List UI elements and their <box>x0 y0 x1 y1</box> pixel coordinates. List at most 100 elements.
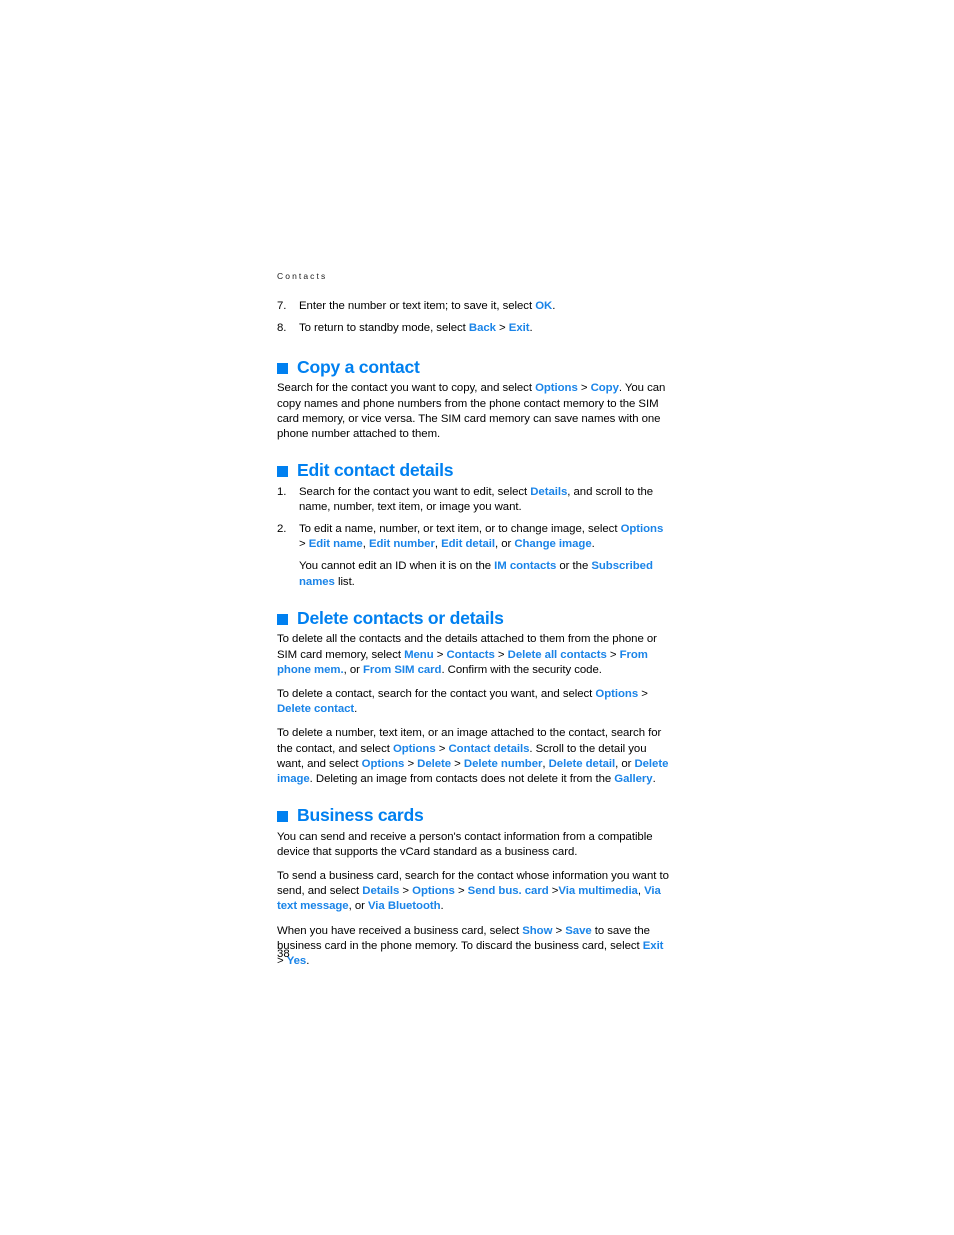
body-text-run: You can send and receive a person's cont… <box>277 830 653 858</box>
body-text-run: Search for the contact you want to copy,… <box>277 382 536 395</box>
section-delete-contacts-or-details: Delete contacts or details To delete all … <box>277 607 669 787</box>
ui-keyword: Options <box>412 885 455 898</box>
section-title: Copy a contact <box>297 356 420 377</box>
ui-keyword: Back <box>468 321 496 334</box>
body-text-run: . Confirm with the security code. <box>441 663 602 676</box>
running-head: Contacts <box>277 271 328 281</box>
body-text-run: . <box>306 955 310 968</box>
ui-keyword: Delete contact <box>277 703 355 716</box>
ui-keyword: Via multimedia <box>558 885 638 898</box>
sub-note: You cannot edit an ID when it is on the … <box>277 559 669 589</box>
page-content: Contacts 7. Enter the number or text item… <box>277 272 669 978</box>
list-item-text: To return to standby mode, select Back >… <box>299 322 533 334</box>
continued-numbered-list: 7. Enter the number or text item; to save… <box>277 299 669 336</box>
body-text-run: > <box>494 648 508 661</box>
body-text-run: > <box>399 885 413 898</box>
body-text-run: Search for the contact you want to edit,… <box>299 485 531 498</box>
body-text-run: . <box>529 321 533 334</box>
body-text-run: > <box>577 382 591 395</box>
body-text-run: > <box>454 885 468 898</box>
section-heading: Edit contact details <box>277 460 669 481</box>
body-text-run: , or <box>348 900 368 913</box>
body-text-run: , or <box>615 757 635 770</box>
body-text-run: > <box>404 757 418 770</box>
section-title: Business cards <box>297 805 424 826</box>
paragraph: You can send and receive a person's cont… <box>277 830 669 860</box>
ui-keyword: Contact details <box>448 742 530 755</box>
section-heading: Copy a contact <box>277 356 669 377</box>
body-text-run: . <box>591 538 595 551</box>
list-item-number: 8. <box>277 321 287 334</box>
body-text-run: You cannot edit an ID when it is on the <box>299 560 495 573</box>
body-text-run: When you have received a business card, … <box>277 924 523 937</box>
section-title: Edit contact details <box>297 460 454 481</box>
body-text-run: > <box>495 321 509 334</box>
ui-keyword: Via Bluetooth <box>367 900 441 913</box>
section-heading: Delete contacts or details <box>277 607 669 628</box>
ui-keyword: Menu <box>404 648 434 661</box>
list-item-number: 7. <box>277 299 287 312</box>
body-text-run: To delete a contact, search for the cont… <box>277 687 596 700</box>
page-number: 38 <box>277 948 290 960</box>
body-text-run: Enter the number or text item; to save i… <box>299 299 536 312</box>
square-bullet-icon <box>277 465 288 477</box>
ui-keyword: Edit name <box>308 538 363 551</box>
body-text-run: To edit a name, number, or text item, or… <box>299 523 621 536</box>
ui-keyword: Show <box>522 924 553 937</box>
body-text-run: . Deleting an image from contacts does n… <box>309 772 615 785</box>
ui-keyword: Change image <box>514 538 592 551</box>
ui-keyword: Details <box>362 885 400 898</box>
ui-keyword: Delete number <box>463 757 543 770</box>
ui-keyword: Details <box>530 485 568 498</box>
ui-keyword: Gallery <box>614 772 653 785</box>
section-heading: Business cards <box>277 805 669 826</box>
ui-keyword: Options <box>392 742 436 755</box>
paragraph: To delete a contact, search for the cont… <box>277 687 669 717</box>
ui-keyword: From SIM card <box>362 663 442 676</box>
ui-keyword: Delete detail <box>548 757 616 770</box>
body-text-run: To return to standby mode, select <box>299 321 469 334</box>
paragraph: Search for the contact you want to copy,… <box>277 381 669 442</box>
ui-keyword: Options <box>595 687 639 700</box>
list-item-number: 1. <box>277 485 287 498</box>
list-item-text: To edit a name, number, or text item, or… <box>299 523 663 550</box>
list-item-number: 2. <box>277 523 287 536</box>
list-item-text: Search for the contact you want to edit,… <box>299 486 653 513</box>
ui-keyword: Delete all contacts <box>507 648 607 661</box>
list-item-text: Enter the number or text item; to save i… <box>299 300 555 312</box>
square-bullet-icon <box>277 362 288 374</box>
list-item: 8. To return to standby mode, select Back… <box>277 321 669 336</box>
section-business-cards: Business cards You can send and receive a… <box>277 806 669 969</box>
list-item: 7. Enter the number or text item; to save… <box>277 299 669 314</box>
list-item: 2. To edit a name, number, or text item, … <box>277 522 669 552</box>
paragraph: To delete a number, text item, or an ima… <box>277 726 669 787</box>
ui-keyword: Contacts <box>446 648 495 661</box>
body-text-run: > <box>299 538 309 551</box>
ui-keyword: Edit number <box>368 538 435 551</box>
paragraph: To delete all the contacts and the detai… <box>277 632 669 678</box>
body-text-run: or the <box>556 560 592 573</box>
ui-keyword: Options <box>361 757 405 770</box>
numbered-list: 1. Search for the contact you want to edi… <box>277 485 669 553</box>
body-text-run: > <box>548 885 559 898</box>
ui-keyword: Options <box>535 382 578 395</box>
body-text-run: > <box>638 687 648 700</box>
body-text-run: . <box>652 772 656 785</box>
ui-keyword: Save <box>565 924 592 937</box>
sections-container: Copy a contact Search for the contact you… <box>277 356 669 969</box>
ui-keyword: Copy <box>590 382 619 395</box>
body-text-run: > <box>552 924 566 937</box>
body-text-run: , or <box>343 663 363 676</box>
body-text-run: . <box>354 703 358 716</box>
body-text-run: list. <box>334 575 355 588</box>
ui-keyword: OK <box>535 299 553 312</box>
paragraph: When you have received a business card, … <box>277 924 669 970</box>
section-title: Delete contacts or details <box>297 607 504 628</box>
body-text-run: > <box>606 648 620 661</box>
section-edit-contact-details: Edit contact details 1. Search for the con… <box>277 461 669 590</box>
square-bullet-icon <box>277 810 288 822</box>
square-bullet-icon <box>277 613 288 625</box>
ui-keyword: Send bus. card <box>467 885 549 898</box>
body-text-run: > <box>433 648 447 661</box>
ui-keyword: Edit detail <box>441 538 495 551</box>
